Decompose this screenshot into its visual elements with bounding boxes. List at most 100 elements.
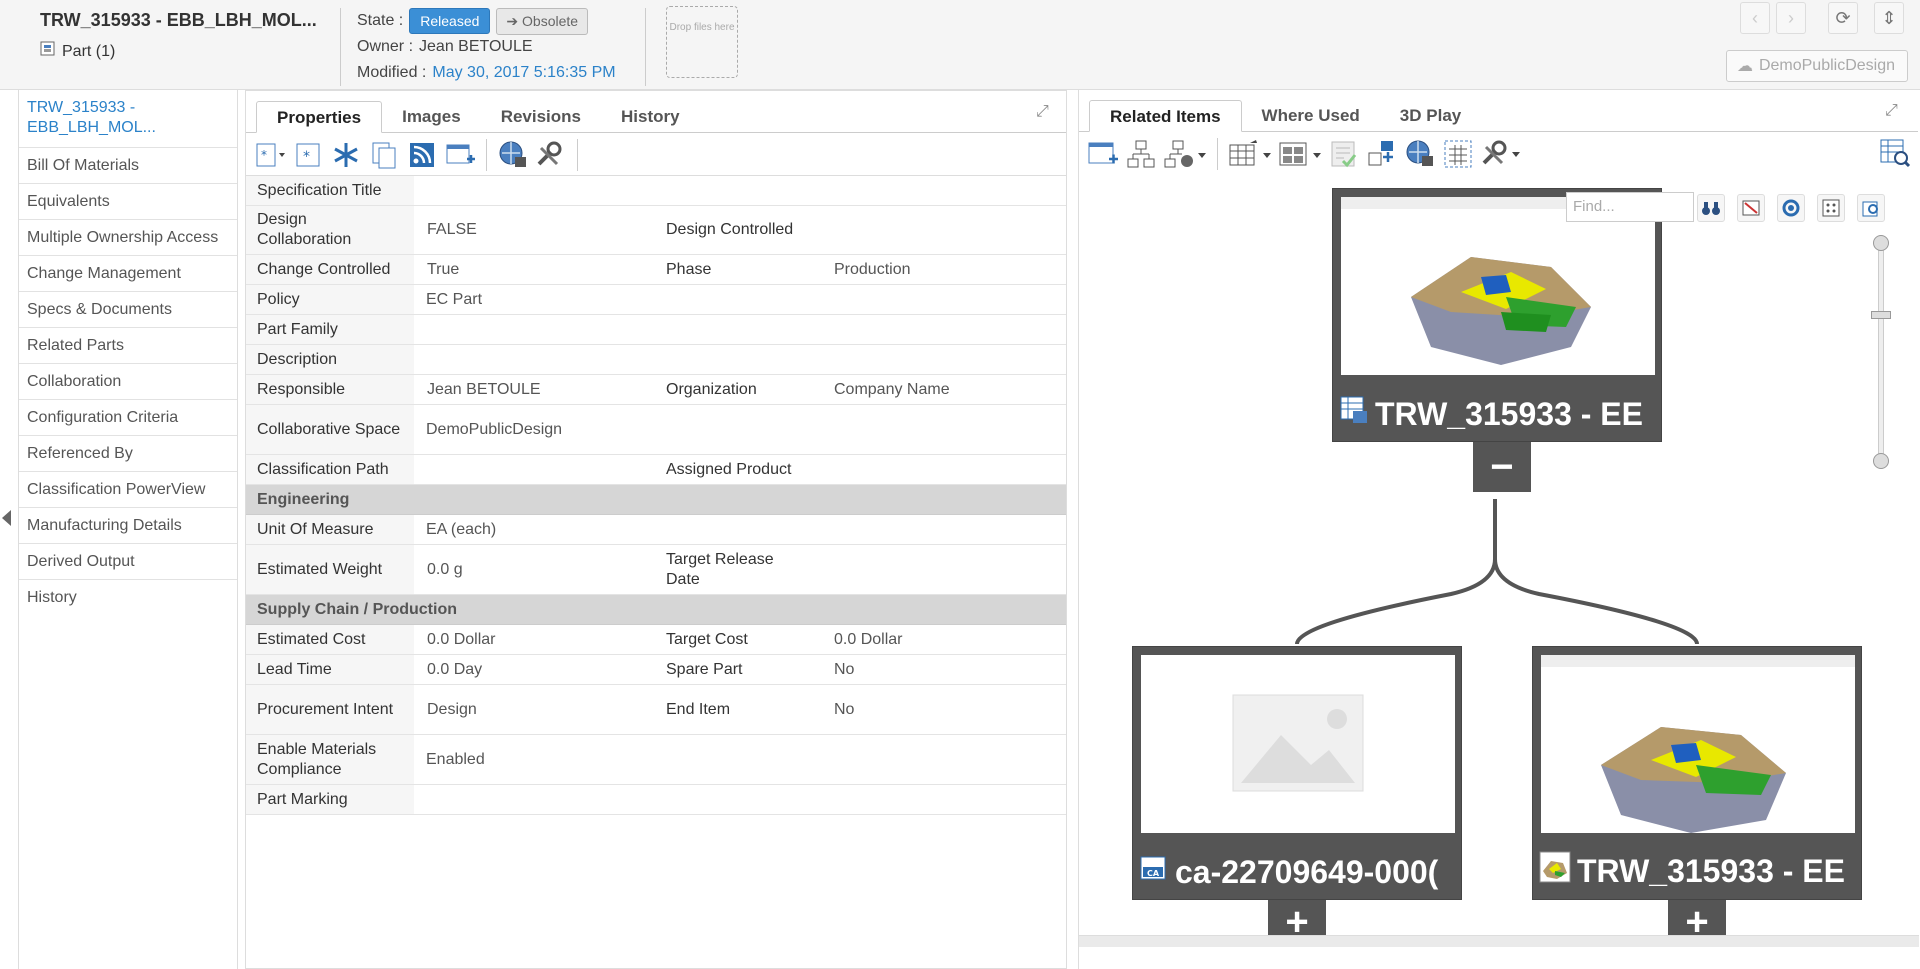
header-divider bbox=[340, 8, 341, 86]
prop-label: Description bbox=[246, 345, 414, 374]
zoom-slider[interactable] bbox=[1871, 235, 1891, 469]
nav-item-current-object[interactable]: TRW_315933 - EBB_LBH_MOL... bbox=[19, 90, 237, 148]
reset-view-icon[interactable] bbox=[1737, 194, 1765, 222]
nav-item-change-management[interactable]: Change Management bbox=[19, 256, 237, 292]
prop-value: Design bbox=[427, 700, 477, 718]
find-input[interactable]: Find... bbox=[1566, 192, 1694, 222]
prop-value bbox=[822, 545, 1066, 594]
export-image-icon[interactable] bbox=[1857, 194, 1885, 222]
prop-label: Lead Time bbox=[246, 655, 414, 684]
new-object-icon[interactable]: * bbox=[254, 139, 286, 171]
state-released-button[interactable]: Released bbox=[409, 8, 491, 34]
globe-lock-icon[interactable] bbox=[497, 139, 529, 171]
rotate-view-icon[interactable] bbox=[1777, 194, 1805, 222]
category-nav: TRW_315933 - EBB_LBH_MOL... Bill Of Mate… bbox=[18, 90, 238, 969]
maximize-panel-icon[interactable]: ⤢ bbox=[1885, 102, 1898, 120]
copy-document-icon[interactable] bbox=[368, 139, 400, 171]
nav-item-configuration-criteria[interactable]: Configuration Criteria bbox=[19, 400, 237, 436]
fit-all-icon[interactable] bbox=[1817, 194, 1845, 222]
toolbar-separator bbox=[577, 139, 578, 171]
insert-new-icon[interactable] bbox=[1087, 138, 1119, 170]
zoom-out-knob[interactable] bbox=[1873, 453, 1889, 469]
table-search-icon[interactable] bbox=[1879, 136, 1911, 168]
nav-item-history[interactable]: History bbox=[19, 580, 237, 616]
zoom-slider-handle[interactable] bbox=[1871, 311, 1891, 319]
forward-arrow-icon[interactable]: › bbox=[1776, 2, 1806, 34]
prop-row-materials-compliance: Enable Materials Compliance Enabled bbox=[246, 735, 1066, 785]
tab-images[interactable]: Images bbox=[382, 101, 481, 133]
modified-value-link[interactable]: May 30, 2017 5:16:35 PM bbox=[432, 64, 615, 82]
svg-text:*: * bbox=[303, 149, 310, 165]
prop-label: Procurement Intent bbox=[246, 685, 414, 734]
prop-row-change-controlled: Change Controlled True Phase Production bbox=[246, 255, 1066, 285]
nav-item-equivalents[interactable]: Equivalents bbox=[19, 184, 237, 220]
horizontal-scrollbar[interactable] bbox=[1079, 935, 1919, 947]
nav-item-derived-output[interactable]: Derived Output bbox=[19, 544, 237, 580]
collapse-header-icon[interactable]: ⇕ bbox=[1874, 2, 1904, 34]
graph-node-root[interactable]: TRW_315933 - EE bbox=[1332, 188, 1662, 442]
workspace-label: DemoPublicDesign bbox=[1758, 57, 1895, 74]
prop-label: Collaborative Space bbox=[246, 405, 414, 454]
tab-revisions[interactable]: Revisions bbox=[481, 101, 601, 133]
globe-lock-icon[interactable] bbox=[1404, 138, 1436, 170]
prop-label: Policy bbox=[246, 285, 414, 314]
nav-item-bill-of-materials[interactable]: Bill Of Materials bbox=[19, 148, 237, 184]
drop-files-zone[interactable]: Drop files here bbox=[666, 6, 738, 78]
rss-feed-icon[interactable] bbox=[406, 139, 438, 171]
nav-item-related-parts[interactable]: Related Parts bbox=[19, 328, 237, 364]
tab-where-used[interactable]: Where Used bbox=[1242, 100, 1380, 132]
obsolete-button[interactable]: ➔ Obsolete bbox=[496, 7, 589, 35]
nav-item-collaboration[interactable]: Collaboration bbox=[19, 364, 237, 400]
tools-menu-icon[interactable] bbox=[535, 139, 567, 171]
prop-label: Phase bbox=[666, 260, 712, 278]
insert-existing-icon[interactable] bbox=[1366, 138, 1398, 170]
prop-label: Change Controlled bbox=[246, 255, 414, 284]
prop-label: Part Family bbox=[246, 315, 414, 344]
tab-history[interactable]: History bbox=[601, 101, 700, 133]
tab-related-items[interactable]: Related Items bbox=[1089, 100, 1242, 132]
prop-value: No bbox=[834, 700, 855, 718]
svg-text:*: * bbox=[261, 148, 267, 162]
nav-item-specs-documents[interactable]: Specs & Documents bbox=[19, 292, 237, 328]
zoom-in-knob[interactable] bbox=[1873, 235, 1889, 251]
prop-row-specification-title: Specification Title bbox=[246, 176, 1066, 206]
related-toolbar bbox=[1087, 134, 1520, 174]
graph-node-child[interactable]: CA ca-22709649-000( bbox=[1132, 646, 1462, 900]
refresh-icon[interactable]: ⟳ bbox=[1828, 2, 1858, 34]
collapse-left-panel-icon[interactable] bbox=[2, 510, 11, 526]
grid-select-icon[interactable] bbox=[1442, 138, 1474, 170]
prop-label: Unit Of Measure bbox=[246, 515, 414, 544]
maximize-panel-icon[interactable]: ⤢ bbox=[1036, 103, 1049, 121]
back-arrow-icon[interactable]: ‹ bbox=[1740, 2, 1770, 34]
graph-node-root-title: TRW_315933 - EE bbox=[1375, 395, 1643, 432]
add-to-collection-icon[interactable] bbox=[444, 139, 476, 171]
object-header: TRW_315933 - EBB_LBH_MOL... Part (1) Sta… bbox=[0, 0, 1920, 90]
tools-menu-icon[interactable] bbox=[1480, 138, 1520, 170]
meta-block: State : Released ➔ Obsolete Owner : Jean… bbox=[357, 7, 616, 86]
state-label: State : bbox=[357, 12, 404, 29]
asterisk-add-icon[interactable]: * bbox=[292, 139, 324, 171]
structure-settings-icon[interactable] bbox=[1163, 138, 1207, 170]
view-layout-icon[interactable] bbox=[1278, 138, 1322, 170]
asterisk-icon[interactable] bbox=[330, 139, 362, 171]
graph-node-child[interactable]: TRW_315933 - EE bbox=[1532, 646, 1862, 900]
relationship-graph[interactable]: TRW_315933 - EE − CA ca-22709649-000( + bbox=[1081, 184, 1917, 944]
svg-text:CA: CA bbox=[1147, 869, 1160, 878]
nav-item-manufacturing-details[interactable]: Manufacturing Details bbox=[19, 508, 237, 544]
part-3d-thumbnail bbox=[1541, 655, 1855, 833]
prop-value: Production bbox=[834, 260, 911, 278]
structure-tree-icon[interactable] bbox=[1125, 138, 1157, 170]
prop-value bbox=[822, 206, 1066, 254]
tab-3d-play[interactable]: 3D Play bbox=[1380, 100, 1481, 132]
binoculars-search-icon[interactable] bbox=[1697, 194, 1725, 222]
nav-item-classification-powerview[interactable]: Classification PowerView bbox=[19, 472, 237, 508]
nav-item-multiple-ownership-access[interactable]: Multiple Ownership Access bbox=[19, 220, 237, 256]
nav-item-referenced-by[interactable]: Referenced By bbox=[19, 436, 237, 472]
collapse-node-button[interactable]: − bbox=[1473, 442, 1531, 492]
workspace-button[interactable]: ☁ DemoPublicDesign bbox=[1725, 50, 1908, 82]
tab-properties[interactable]: Properties bbox=[256, 101, 383, 133]
table-edit-icon[interactable] bbox=[1228, 138, 1272, 170]
prop-value: Jean BETOULE bbox=[427, 380, 541, 398]
checklist-icon[interactable] bbox=[1328, 138, 1360, 170]
prop-row-description: Description bbox=[246, 345, 1066, 375]
